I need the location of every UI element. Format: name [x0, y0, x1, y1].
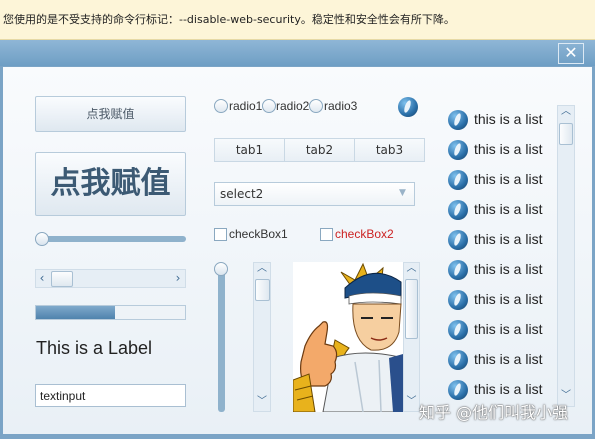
scroll-right-arrow-icon[interactable]: ›: [172, 270, 184, 287]
tab-1[interactable]: tab1: [214, 138, 285, 162]
list-item-label: this is a list: [474, 381, 543, 397]
character-image: [293, 262, 403, 412]
horizontal-slider-handle[interactable]: [35, 232, 49, 246]
list-item[interactable]: this is a list: [448, 225, 557, 255]
horizontal-scrollbar-thumb[interactable]: [51, 271, 73, 287]
list-item[interactable]: this is a list: [448, 135, 557, 165]
o-icon: [448, 380, 468, 400]
o-icon: [398, 97, 418, 117]
scroll-left-arrow-icon[interactable]: ‹: [36, 270, 48, 287]
image-scrollbar-thumb[interactable]: [405, 279, 418, 339]
list-item[interactable]: this is a list: [448, 345, 557, 375]
chevron-down-icon[interactable]: ▼: [399, 188, 406, 198]
scroll-down-arrow-icon[interactable]: ﹀: [404, 396, 419, 410]
window-titlebar: [0, 40, 595, 66]
scroll-up-arrow-icon[interactable]: ︿: [404, 263, 419, 277]
horizontal-slider-track[interactable]: [36, 236, 186, 242]
o-icon: [448, 230, 468, 250]
assign-value-button-small[interactable]: 点我赋值: [35, 96, 186, 132]
close-button[interactable]: ✕: [558, 43, 584, 64]
o-icon: [448, 320, 468, 340]
list-item[interactable]: this is a list: [448, 105, 557, 135]
scroll-down-arrow-icon[interactable]: ﹀: [254, 396, 270, 410]
list-item-label: this is a list: [474, 231, 543, 247]
list-item-label: this is a list: [474, 201, 543, 217]
list-item[interactable]: this is a list: [448, 195, 557, 225]
list-item-label: this is a list: [474, 171, 543, 187]
character-illustration: [293, 262, 403, 412]
scroll-up-arrow-icon[interactable]: ︿: [558, 106, 574, 120]
list-item-label: this is a list: [474, 291, 543, 307]
list-scrollbar-thumb[interactable]: [559, 123, 573, 145]
list-item[interactable]: this is a list: [448, 315, 557, 345]
list-item-label: this is a list: [474, 351, 543, 367]
checkbox-label-2[interactable]: checkBox2: [335, 227, 394, 241]
radio-label-3[interactable]: radio3: [324, 99, 357, 113]
list-item-label: this is a list: [474, 111, 543, 127]
vertical-scrollbar-thumb[interactable]: [255, 279, 270, 301]
tab-2[interactable]: tab2: [284, 138, 355, 162]
radio-button-1[interactable]: [214, 99, 228, 113]
o-icon: [448, 260, 468, 280]
unsupported-flag-warning-banner: 您使用的是不受支持的命令行标记：--disable-web-security。稳…: [0, 0, 595, 40]
assign-value-button-large[interactable]: 点我赋值: [35, 152, 186, 216]
radio-label-2[interactable]: radio2: [276, 99, 309, 113]
vertical-slider-handle[interactable]: [214, 262, 228, 276]
o-icon: [448, 110, 468, 130]
list-item[interactable]: this is a list: [448, 255, 557, 285]
radio-label-1[interactable]: radio1: [229, 99, 262, 113]
radio-button-3[interactable]: [309, 99, 323, 113]
o-icon: [448, 140, 468, 160]
checkbox-label-1[interactable]: checkBox1: [229, 227, 288, 241]
sample-label: This is a Label: [36, 338, 153, 358]
list-item[interactable]: this is a list: [448, 165, 557, 195]
list-vertical-scrollbar[interactable]: [557, 105, 575, 407]
o-icon: [448, 350, 468, 370]
o-icon: [448, 290, 468, 310]
o-icon: [448, 200, 468, 220]
select-dropdown[interactable]: select2: [214, 182, 415, 206]
o-icon: [448, 170, 468, 190]
tab-3[interactable]: tab3: [354, 138, 425, 162]
list-item-label: this is a list: [474, 141, 543, 157]
list-item-label: this is a list: [474, 321, 543, 337]
radio-button-2[interactable]: [262, 99, 276, 113]
checkbox-1[interactable]: [214, 228, 227, 241]
zhihu-watermark: 知乎 @他们叫我小强: [419, 403, 569, 422]
text-input[interactable]: textinput: [35, 384, 186, 407]
scroll-up-arrow-icon[interactable]: ︿: [254, 263, 270, 277]
progress-bar-fill: [36, 306, 115, 319]
vertical-slider-track[interactable]: [218, 270, 225, 412]
list-box[interactable]: this is a list this is a list this is a li…: [445, 105, 557, 407]
list-item[interactable]: this is a list: [448, 285, 557, 315]
list-item-label: this is a list: [474, 261, 543, 277]
checkbox-2[interactable]: [320, 228, 333, 241]
